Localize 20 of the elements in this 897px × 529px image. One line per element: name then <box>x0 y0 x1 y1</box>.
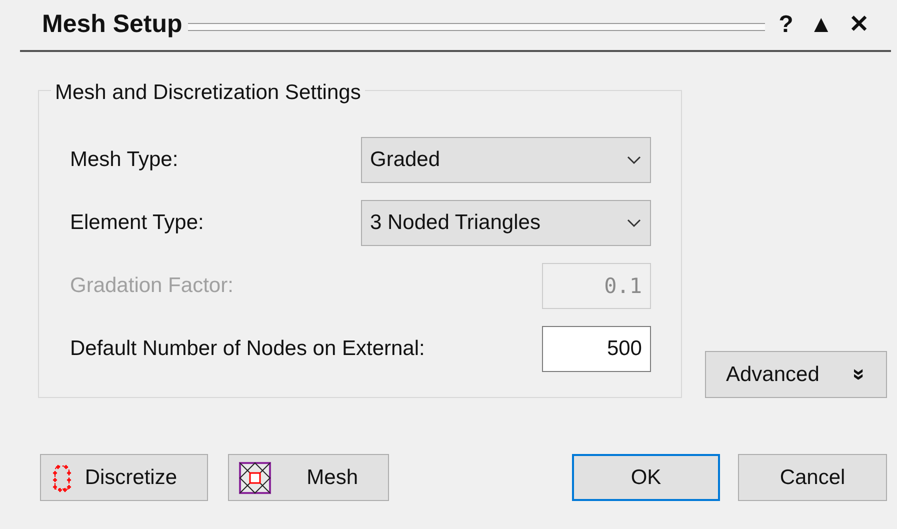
close-button[interactable]: ✕ <box>841 13 877 37</box>
advanced-button[interactable]: Advanced » <box>705 351 887 398</box>
field-label: Default Number of Nodes on External: <box>70 336 425 362</box>
help-button[interactable]: ? <box>770 13 802 37</box>
chevron-down-icon <box>626 218 642 228</box>
window-title: Mesh Setup <box>42 9 182 40</box>
field-label: Mesh Type: <box>70 146 178 173</box>
collapse-button[interactable]: ▲ <box>801 13 841 37</box>
chevron-down-icon <box>626 154 642 164</box>
discretize-button[interactable]: Discretize <box>40 454 208 501</box>
dropdown[interactable]: 3 Noded Triangles <box>361 200 651 246</box>
dialog-button[interactable]: Cancel <box>738 454 887 501</box>
dotted-outline-icon <box>51 462 73 492</box>
dropdown[interactable]: Graded <box>361 136 651 182</box>
field-label: Gradation Factor: <box>70 272 234 299</box>
mesh-grid-icon <box>239 462 271 494</box>
field-label: Element Type: <box>70 210 204 236</box>
mesh-button[interactable]: Mesh <box>228 454 389 501</box>
number-field[interactable]: 500 <box>542 326 651 372</box>
dialog-button[interactable]: OK <box>572 454 720 501</box>
